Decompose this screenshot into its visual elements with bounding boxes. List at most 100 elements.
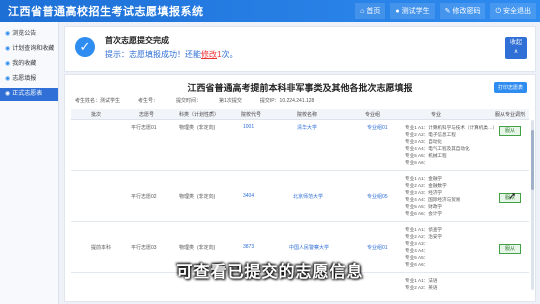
major-group: 专业组01 bbox=[367, 125, 388, 131]
major-item: 专业1 A1：计算机科学与技术（计算机类…） bbox=[405, 125, 495, 130]
sidebar-item-favorites[interactable]: ◉ 我的收藏 bbox=[0, 58, 58, 71]
major-item: 专业2 A2：治安学 bbox=[405, 234, 443, 239]
school-name: 清华大学 bbox=[297, 125, 318, 131]
plan-nature: (非定向) bbox=[197, 125, 216, 131]
volunteer-number: 平行志愿02 bbox=[131, 194, 157, 200]
collapse-button[interactable]: 收起 ∧ bbox=[505, 37, 527, 59]
school-name: 中国人民警察大学 bbox=[289, 245, 330, 251]
major-item: 专业1 A1：金融学 bbox=[405, 176, 443, 181]
major-group: 专业组05 bbox=[367, 194, 388, 200]
nav-user[interactable]: ● 测试学生 bbox=[390, 3, 435, 19]
header-subject: 科类（计划性质） bbox=[179, 112, 220, 118]
major-item: 专业5 A5：财政学 bbox=[405, 204, 443, 209]
major-item: 专业6 A6： bbox=[405, 160, 429, 165]
top-nav: ⌂ 首页 ● 测试学生 ✎ 修改密码 ⏻ 安全退出 bbox=[355, 3, 536, 19]
nav-user-label: 测试学生 bbox=[401, 8, 430, 15]
star-icon: ◉ bbox=[5, 61, 11, 67]
scrollbar-thumb[interactable] bbox=[531, 130, 534, 190]
subject-type: 物理类 bbox=[179, 194, 195, 200]
sidebar-item-label: 正式志愿表 bbox=[12, 91, 43, 97]
top-bar: 江西省普通高校招生考试志愿填报系统 ⌂ 首页 ● 测试学生 ✎ 修改密码 ⏻ 安全退出 bbox=[0, 0, 540, 22]
document-icon: ◉ bbox=[5, 91, 11, 97]
submit-time: 提交时间： bbox=[176, 98, 202, 104]
adjust-status: 服从 bbox=[499, 126, 521, 136]
nav-logout-label: 安全退出 bbox=[503, 8, 531, 15]
search-icon: ◉ bbox=[5, 46, 11, 52]
banner-title: 首次志愿提交完成 bbox=[105, 36, 169, 45]
sidebar-item-label: 计划查询和收藏 bbox=[12, 46, 55, 52]
table-header: 批次 志愿号 科类（计划性质） 院校代号 院校名称 专业组 专业 服从专业调剂 bbox=[71, 109, 529, 120]
banner-message-prefix: 提示：志愿填报成功！还能 bbox=[105, 50, 201, 59]
major-item: 专业4 A4：国际经济与贸易 bbox=[405, 197, 461, 202]
major-item: 专业3 A3： bbox=[405, 241, 429, 246]
app-title: 江西省普通高校招生考试志愿填报系统 bbox=[8, 6, 204, 18]
major-item: 专业4 A4： bbox=[405, 248, 429, 253]
nav-change-password[interactable]: ✎ 修改密码 bbox=[439, 3, 486, 19]
major-item: 专业6 A6：会计学 bbox=[405, 211, 443, 216]
header-volunteer: 志愿号 bbox=[139, 112, 155, 118]
header-group: 专业组 bbox=[365, 112, 381, 118]
print-button[interactable]: 打印志愿表 bbox=[493, 82, 527, 93]
header-school: 院校名称 bbox=[297, 112, 318, 118]
header-adjust: 服从专业调剂 bbox=[495, 112, 526, 118]
sidebar-item-formal-volunteer[interactable]: ◉ 正式志愿表 bbox=[0, 88, 58, 101]
modify-link[interactable]: 修改 bbox=[201, 50, 217, 59]
major-item: 专业2 A2：金融数学 bbox=[405, 183, 447, 188]
candidate-info: 考生姓名：测试学生 考生号： 提交时间： 第1次提交 提交IP：10.224.2… bbox=[75, 97, 515, 104]
header-code: 院校代号 bbox=[241, 112, 262, 118]
school-code: 1001 bbox=[243, 124, 255, 130]
major-item: 专业2 A2：电子信息工程 bbox=[405, 132, 456, 137]
mouse-cursor-icon: ➚ bbox=[508, 191, 517, 202]
success-banner: ✓ 首次志愿提交完成 提示：志愿填报成功！还能修改1次。 收起 ∧ bbox=[64, 26, 536, 72]
major-item: 专业2 A2：英语 bbox=[405, 285, 438, 290]
candidate-name: 考生姓名：测试学生 bbox=[75, 98, 121, 104]
nav-home[interactable]: ⌂ 首页 bbox=[355, 3, 386, 19]
chevron-up-icon: ∧ bbox=[513, 49, 519, 55]
header-major: 专业 bbox=[431, 112, 442, 118]
major-item: 专业5 A5：机械工程 bbox=[405, 153, 447, 158]
plan-nature: (非定向) bbox=[197, 245, 216, 251]
subject-type: 物理类 bbox=[179, 125, 195, 131]
major-item: 专业1 A1：侦查学 bbox=[405, 227, 443, 232]
key-icon: ✎ bbox=[444, 8, 451, 15]
major-item: 专业3 A3：自动化 bbox=[405, 139, 443, 144]
volunteer-number: 平行志愿03 bbox=[131, 245, 157, 251]
table-row: 平行志愿01 物理类 (非定向) 1001 清华大学 专业组01 专业1 A1：… bbox=[71, 120, 529, 171]
school-code: 3873 bbox=[243, 244, 255, 250]
sidebar-item-announcements[interactable]: ◉ 浏览公告 bbox=[0, 28, 58, 41]
major-item: 专业4 A4：电气工程及其自动化 bbox=[405, 146, 470, 151]
submit-count: 第1次提交 bbox=[219, 98, 242, 104]
home-icon: ⌂ bbox=[360, 8, 365, 15]
sidebar-item-label: 浏览公告 bbox=[12, 31, 37, 37]
major-group: 专业组01 bbox=[367, 245, 388, 251]
video-caption: 可查看已提交的志愿信息 bbox=[176, 264, 364, 281]
school-name: 北京师范大学 bbox=[293, 194, 324, 200]
nav-logout[interactable]: ⏻ 安全退出 bbox=[490, 3, 536, 19]
sidebar-item-label: 志愿填报 bbox=[12, 76, 37, 82]
subject-type: 物理类 bbox=[179, 245, 195, 251]
banner-message: 提示：志愿填报成功！还能修改1次。 bbox=[105, 49, 237, 60]
check-circle-icon: ✓ bbox=[75, 37, 95, 57]
sheet-title: 江西省普通高考提前本科非军事类及其他各批次志愿填报 bbox=[187, 83, 413, 93]
sidebar-item-plan-search[interactable]: ◉ 计划查询和收藏 bbox=[0, 43, 58, 56]
header-batch: 批次 bbox=[91, 112, 102, 118]
collapse-label: 收起 bbox=[509, 40, 522, 46]
bell-icon: ◉ bbox=[5, 31, 11, 37]
volunteer-number: 平行志愿01 bbox=[131, 125, 157, 131]
table-row: 平行志愿02 物理类 (非定向) 3404 北京师范大学 专业组05 专业1 A… bbox=[71, 171, 529, 222]
banner-message-suffix: 次。 bbox=[221, 50, 238, 59]
sidebar-item-label: 我的收藏 bbox=[12, 61, 37, 67]
school-code: 3404 bbox=[243, 193, 255, 199]
submit-ip: 提交IP：10.224.241.128 bbox=[259, 98, 315, 104]
plan-nature: (非定向) bbox=[197, 194, 216, 200]
batch-name: 提前本科 bbox=[91, 245, 112, 251]
major-list: 专业1 A1：计算机科学与技术（计算机类…） 专业2 A2：电子信息工程 专业3… bbox=[405, 124, 495, 166]
nav-change-password-label: 修改密码 bbox=[452, 8, 481, 15]
sidebar-item-fill-volunteer[interactable]: ◉ 志愿填报 bbox=[0, 73, 58, 86]
user-icon: ● bbox=[395, 8, 400, 15]
nav-home-label: 首页 bbox=[366, 8, 381, 15]
major-item: 专业3 A3：经济学 bbox=[405, 190, 443, 195]
edit-icon: ◉ bbox=[5, 76, 11, 82]
adjust-status: 服从 bbox=[499, 244, 521, 254]
major-list: 专业1 A1：金融学 专业2 A2：金融数学 专业3 A3：经济学 专业4 A4… bbox=[405, 175, 495, 217]
